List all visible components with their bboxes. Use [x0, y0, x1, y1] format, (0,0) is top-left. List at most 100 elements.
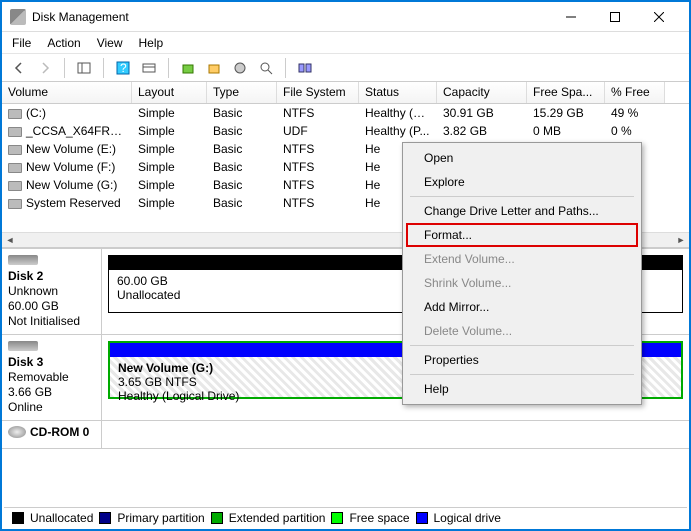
- disk-header[interactable]: CD-ROM 0: [2, 421, 102, 448]
- disk-icon: [8, 341, 38, 351]
- menu-view[interactable]: View: [97, 36, 123, 50]
- tb-icon-3[interactable]: [229, 57, 251, 79]
- volume-icon: [8, 127, 22, 137]
- back-button[interactable]: [8, 57, 30, 79]
- app-icon: [10, 9, 26, 25]
- cell: New Volume (F:): [2, 160, 132, 174]
- cell: Simple: [132, 178, 207, 192]
- menu-help[interactable]: Help: [139, 36, 164, 50]
- disk-header[interactable]: Disk 3 Removable 3.66 GB Online: [2, 335, 102, 420]
- tb-icon-4[interactable]: [255, 57, 277, 79]
- disk-row: CD-ROM 0: [2, 421, 689, 449]
- disk-size: 3.66 GB: [8, 385, 95, 399]
- tb-icon-1[interactable]: [177, 57, 199, 79]
- volume-icon: [8, 163, 22, 173]
- toolbar: ?: [2, 54, 689, 82]
- cell: 0 MB: [527, 124, 605, 138]
- cell: New Volume (G:): [2, 178, 132, 192]
- tb-icon-5[interactable]: [294, 57, 316, 79]
- scroll-right-icon[interactable]: ►: [673, 233, 689, 247]
- col-filesystem[interactable]: File System: [277, 82, 359, 103]
- cell: Simple: [132, 142, 207, 156]
- disk-icon: [8, 255, 38, 265]
- menubar: File Action View Help: [2, 32, 689, 54]
- cell: Basic: [207, 178, 277, 192]
- legend-label: Extended partition: [229, 511, 326, 525]
- menu-properties[interactable]: Properties: [406, 348, 638, 372]
- menu-action[interactable]: Action: [47, 36, 80, 50]
- disk-header[interactable]: Disk 2 Unknown 60.00 GB Not Initialised: [2, 249, 102, 334]
- col-pctfree[interactable]: % Free: [605, 82, 665, 103]
- cell: 30.91 GB: [437, 106, 527, 120]
- cdrom-icon: [8, 426, 26, 438]
- table-row[interactable]: _CCSA_X64FRE_E...SimpleBasicUDFHealthy (…: [2, 122, 689, 140]
- cell: _CCSA_X64FRE_E...: [2, 124, 132, 138]
- cell: New Volume (E:): [2, 142, 132, 156]
- cell: Simple: [132, 106, 207, 120]
- cell: Basic: [207, 160, 277, 174]
- legend-label: Unallocated: [30, 511, 93, 525]
- menu-file[interactable]: File: [12, 36, 31, 50]
- cell: NTFS: [277, 142, 359, 156]
- cell: Basic: [207, 196, 277, 210]
- maximize-button[interactable]: [593, 3, 637, 31]
- minimize-button[interactable]: [549, 3, 593, 31]
- help-button[interactable]: ?: [112, 57, 134, 79]
- scroll-left-icon[interactable]: ◄: [2, 233, 18, 247]
- col-layout[interactable]: Layout: [132, 82, 207, 103]
- cell: Healthy (P...: [359, 124, 437, 138]
- legend: Unallocated Primary partition Extended p…: [4, 507, 687, 527]
- cell: Simple: [132, 124, 207, 138]
- volume-icon: [8, 109, 22, 119]
- column-headers: Volume Layout Type File System Status Ca…: [2, 82, 689, 104]
- cell: NTFS: [277, 196, 359, 210]
- cell: 49 %: [605, 106, 665, 120]
- menu-format[interactable]: Format...: [406, 223, 638, 247]
- legend-swatch-primary: [99, 512, 111, 524]
- menu-open[interactable]: Open: [406, 146, 638, 170]
- cell: NTFS: [277, 178, 359, 192]
- col-type[interactable]: Type: [207, 82, 277, 103]
- cell: NTFS: [277, 106, 359, 120]
- menu-delete-volume: Delete Volume...: [406, 319, 638, 343]
- cell: Healthy (B...: [359, 106, 437, 120]
- cell: Simple: [132, 160, 207, 174]
- disk-name: Disk 3: [8, 355, 95, 369]
- action-list-button[interactable]: [138, 57, 160, 79]
- col-status[interactable]: Status: [359, 82, 437, 103]
- table-row[interactable]: (C:)SimpleBasicNTFSHealthy (B...30.91 GB…: [2, 104, 689, 122]
- volume-icon: [8, 181, 22, 191]
- show-hide-button[interactable]: [73, 57, 95, 79]
- col-free[interactable]: Free Spa...: [527, 82, 605, 103]
- menu-extend-volume: Extend Volume...: [406, 247, 638, 271]
- legend-swatch-unallocated: [12, 512, 24, 524]
- cell: UDF: [277, 124, 359, 138]
- forward-button[interactable]: [34, 57, 56, 79]
- menu-change-drive-letter[interactable]: Change Drive Letter and Paths...: [406, 199, 638, 223]
- context-menu: Open Explore Change Drive Letter and Pat…: [402, 142, 642, 405]
- legend-swatch-logical: [416, 512, 428, 524]
- cell: Basic: [207, 142, 277, 156]
- menu-help[interactable]: Help: [406, 377, 638, 401]
- window-title: Disk Management: [32, 10, 549, 24]
- menu-add-mirror[interactable]: Add Mirror...: [406, 295, 638, 319]
- cell: 3.82 GB: [437, 124, 527, 138]
- legend-swatch-extended: [211, 512, 223, 524]
- titlebar: Disk Management: [2, 2, 689, 32]
- close-button[interactable]: [637, 3, 681, 31]
- cell: System Reserved: [2, 196, 132, 210]
- disk-type: Unknown: [8, 284, 95, 298]
- legend-swatch-free: [331, 512, 343, 524]
- volume-icon: [8, 145, 22, 155]
- menu-explore[interactable]: Explore: [406, 170, 638, 194]
- svg-text:?: ?: [120, 61, 127, 75]
- cell: NTFS: [277, 160, 359, 174]
- col-capacity[interactable]: Capacity: [437, 82, 527, 103]
- disk-name: CD-ROM 0: [30, 425, 89, 439]
- legend-label: Primary partition: [117, 511, 204, 525]
- menu-shrink-volume: Shrink Volume...: [406, 271, 638, 295]
- cell: (C:): [2, 106, 132, 120]
- disk-state: Online: [8, 400, 95, 414]
- col-volume[interactable]: Volume: [2, 82, 132, 103]
- tb-icon-2[interactable]: [203, 57, 225, 79]
